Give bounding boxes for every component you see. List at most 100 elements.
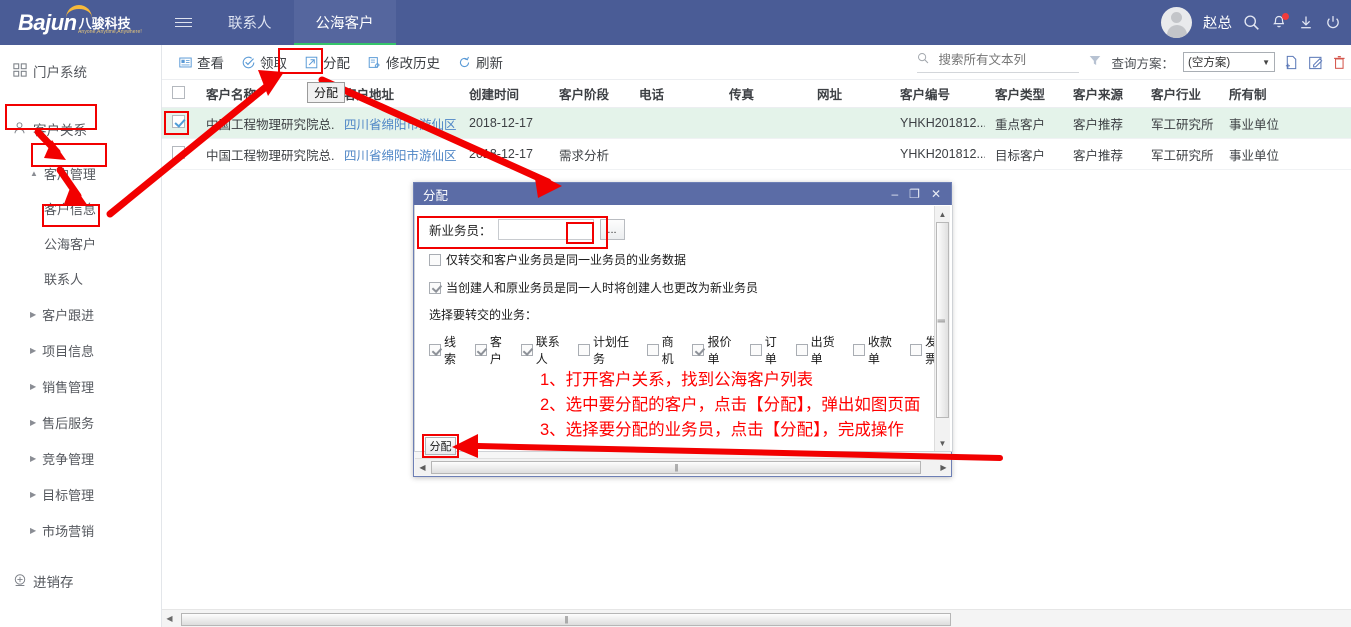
column-header-address[interactable]: 客户地址 [334,84,459,103]
sidebar-item-public-customers[interactable]: 公海客户 [0,226,161,261]
avatar[interactable] [1161,7,1192,38]
cell-address[interactable]: 四川省绵阳市游仙区 [334,145,459,164]
table-row[interactable]: 中国工程物理研究院总... 四川省绵阳市游仙区 2018-12-17 YHKH2… [162,108,1351,139]
view-button[interactable]: 查看 [170,45,233,80]
new-salesperson-input[interactable] [497,219,594,240]
download-icon[interactable] [1298,14,1314,31]
business-item-opportunity[interactable]: 商机 [646,333,684,367]
app-logo[interactable]: Bajun 八骏科技 Anyone,Anytime,Anywhere! [0,0,160,45]
column-header-number[interactable]: 客户编号 [890,84,985,103]
nav-tab-public-customers[interactable]: 公海客户 [293,0,396,45]
creator-change-checkbox[interactable] [429,281,441,294]
column-header-source[interactable]: 客户来源 [1063,84,1141,103]
business-item-contact[interactable]: 联系人 [520,333,569,367]
business-item-customer[interactable]: 客户 [474,333,512,367]
creator-change-row[interactable]: 当创建人和原业务员是同一人时将创建人也更改为新业务员 [429,279,952,296]
sidebar-item-inventory[interactable]: 进销存 [0,559,161,603]
business-item-shipment[interactable]: 出货单 [795,333,844,367]
business-item-quotation[interactable]: 报价单 [692,333,740,367]
column-header-tel[interactable]: 电话 [629,84,719,103]
hamburger-icon[interactable] [160,0,206,45]
business-checkbox-shipment[interactable] [795,344,808,356]
nav-tab-contacts[interactable]: 联系人 [206,0,294,45]
power-icon[interactable] [1325,14,1341,31]
browse-salesperson-button[interactable]: ... [599,219,625,240]
search-input[interactable] [936,52,1073,68]
dialog-vertical-scrollbar[interactable]: ▲ ||| ▼ [934,206,950,451]
search-icon[interactable] [1243,14,1260,31]
column-header-industry[interactable]: 客户行业 [1141,84,1219,103]
business-item-clue[interactable]: 线索 [429,333,466,367]
sidebar-item-sales-management[interactable]: ▶ 销售管理 [0,368,161,404]
refresh-button[interactable]: 刷新 [449,45,512,80]
dialog-vscroll-thumb[interactable]: ||| [935,222,949,418]
sidebar-item-portal[interactable]: 门户系统 [0,49,161,93]
new-file-icon[interactable] [1284,55,1299,70]
dialog-scroll-right-icon[interactable]: ▶ [936,463,951,472]
scroll-up-icon[interactable]: ▲ [935,206,951,222]
dialog-title-bar[interactable]: 分配 – ❐ ✕ [414,183,951,205]
business-item-order[interactable]: 订单 [749,333,787,367]
main-horizontal-scrollbar[interactable]: ◀ ||| [162,609,1351,627]
sidebar-item-after-sales[interactable]: ▶ 售后服务 [0,404,161,440]
dialog-vscroll-track[interactable]: ||| [935,222,951,435]
row-checkbox[interactable] [172,115,185,128]
select-all-cell[interactable] [162,85,196,102]
row-select-cell[interactable] [162,115,196,131]
cell-address[interactable]: 四川省绵阳市游仙区 [334,114,459,133]
dialog-assign-submit-button[interactable]: 分配 [425,437,456,455]
sidebar-item-customer-info[interactable]: 客户信息 [0,191,161,226]
business-checkbox-plan-task[interactable] [578,344,591,356]
business-checkbox-receipt[interactable] [852,344,865,356]
table-row[interactable]: 中国工程物理研究院总... 四川省绵阳市游仙区 2018-12-17 需求分析 … [162,139,1351,170]
edit-file-icon[interactable] [1308,55,1323,70]
sidebar-item-customer-follow[interactable]: ▶ 客户跟进 [0,296,161,332]
scroll-down-icon[interactable]: ▼ [935,435,951,451]
minimize-icon[interactable]: – [891,188,898,200]
assign-button[interactable]: 分配 [296,45,359,80]
query-plan-select[interactable]: (空方案) ▼ [1183,52,1275,72]
scroll-left-icon[interactable]: ◀ [162,614,177,623]
column-header-fax[interactable]: 传真 [719,84,807,103]
search-box[interactable] [917,51,1080,73]
close-icon[interactable]: ✕ [931,188,941,200]
sidebar-item-competition[interactable]: ▶ 竞争管理 [0,440,161,476]
business-checkbox-contact[interactable] [520,344,533,356]
dialog-hscroll-thumb[interactable]: ||| [431,461,921,474]
column-header-type[interactable]: 客户类型 [985,84,1063,103]
business-item-receipt[interactable]: 收款单 [852,333,901,367]
business-checkbox-opportunity[interactable] [646,344,659,356]
column-header-stage[interactable]: 客户阶段 [549,84,629,103]
maximize-icon[interactable]: ❐ [909,188,920,200]
sidebar-item-project-info[interactable]: ▶ 项目信息 [0,332,161,368]
only-transfer-same-salesperson-row[interactable]: 仅转交和客户业务员是同一业务员的业务数据 [429,251,952,268]
bell-icon[interactable] [1271,13,1289,31]
modify-history-button[interactable]: 修改历史 [359,45,449,80]
business-checkbox-quotation[interactable] [692,344,705,356]
select-all-checkbox[interactable] [172,85,185,99]
sidebar-item-marketing[interactable]: ▶ 市场营销 [0,512,161,548]
sidebar-item-target-management[interactable]: ▶ 目标管理 [0,476,161,512]
claim-button[interactable]: 领取 [233,45,296,80]
sidebar-item-collaboration[interactable]: 协同办公 [0,614,161,627]
business-checkbox-invoice[interactable] [910,344,923,356]
sidebar-item-customer-management[interactable]: ▲ 客户管理 [0,155,161,191]
sidebar-item-contacts[interactable]: 联系人 [0,261,161,296]
funnel-icon[interactable] [1088,54,1102,70]
dialog-scroll-left-icon[interactable]: ◀ [415,463,430,472]
row-checkbox[interactable] [172,146,185,159]
delete-file-icon[interactable] [1332,55,1347,70]
column-header-website[interactable]: 网址 [807,84,890,103]
column-header-create-time[interactable]: 创建时间 [459,84,549,103]
only-transfer-checkbox[interactable] [429,253,441,266]
business-checkbox-order[interactable] [749,344,762,356]
business-checkbox-customer[interactable] [474,344,487,356]
sidebar-item-crm[interactable]: 客户关系 [0,107,161,151]
business-checkbox-clue[interactable] [429,344,441,356]
row-select-cell[interactable] [162,146,196,162]
scroll-track[interactable]: ||| [177,612,1351,626]
scroll-thumb[interactable]: ||| [181,612,951,626]
dialog-horizontal-scrollbar[interactable]: ◀ ||| ▶ [415,458,951,475]
business-item-plan-task[interactable]: 计划任务 [578,333,638,367]
column-header-ownership[interactable]: 所有制 [1219,84,1299,103]
